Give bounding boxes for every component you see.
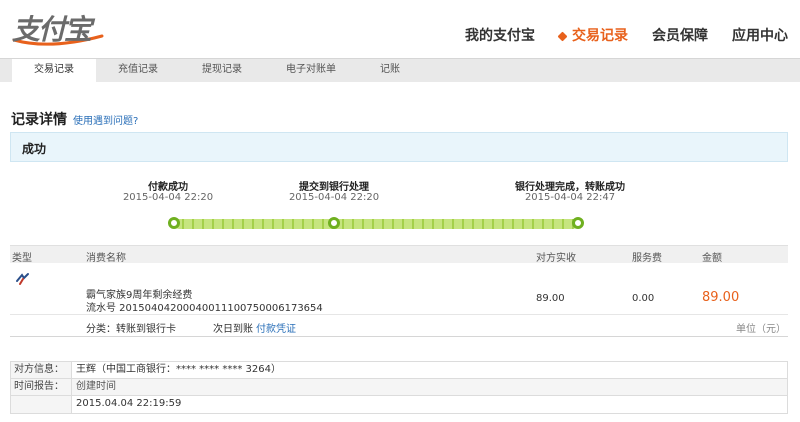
progress-track	[174, 219, 578, 229]
tab-e-statement[interactable]: 电子对账单	[264, 59, 358, 82]
main-nav: 我的支付宝 交易记录 会员保障 应用中心	[453, 22, 800, 50]
unit-note: 单位（元）	[736, 324, 786, 335]
step-label: 银行处理完成，转账成功	[515, 182, 625, 193]
page-title: 记录详情	[11, 112, 67, 128]
time-label: 时间报告：	[11, 379, 72, 395]
table-row: 霸气家族9周年剩余经费 流水号 201504042000400111007500…	[10, 263, 788, 315]
table-header: 类型 消费名称 对方实收 服务费 金额	[10, 245, 788, 264]
party-value: 王辉（中国工商银行：**** **** **** 3264）	[76, 364, 281, 375]
step-time: 2015-04-04 22:20	[122, 192, 214, 203]
serial-number: 流水号 20150404200040011100750006173654	[86, 303, 323, 314]
step-time: 2015-04-04 22:20	[288, 192, 380, 203]
sub-nav: 交易记录 充值记录 提现记录 电子对账单 记账	[0, 58, 800, 82]
col-paid: 对方实收	[536, 253, 576, 264]
transaction-meta: 分类：转账到银行卡 次日到账 付款凭证	[10, 315, 788, 337]
header: 支付宝 我的支付宝 交易记录 会员保障 应用中心	[0, 0, 800, 58]
col-type: 类型	[12, 253, 32, 264]
party-label: 对方信息：	[11, 362, 72, 378]
tab-bookkeeping[interactable]: 记账	[358, 59, 422, 82]
progress-node	[572, 217, 584, 229]
col-fee: 服务费	[632, 253, 662, 264]
service-fee: 0.00	[632, 293, 655, 304]
transaction-table: 类型 消费名称 对方实收 服务费 金额 霸气家族9周年剩余经费 流水号 2015…	[10, 245, 788, 337]
tab-withdraw[interactable]: 提现记录	[180, 59, 264, 82]
paid-amount: 89.00	[536, 293, 565, 304]
nav-member-protection[interactable]: 会员保障	[640, 22, 720, 50]
info-row-time-value: 2015.04.04 22:19:59	[11, 396, 787, 414]
status-text: 成功	[22, 142, 47, 156]
col-amount: 金额	[702, 253, 722, 264]
status-box: 成功	[10, 132, 788, 162]
alipay-logo[interactable]: 支付宝	[10, 6, 106, 46]
created-time: 2015.04.04 22:19:59	[76, 398, 182, 409]
help-link[interactable]: 使用遇到问题?	[73, 112, 138, 127]
info-table: 对方信息： 王辉（中国工商银行：**** **** **** 3264） 时间报…	[10, 361, 788, 414]
nav-my-alipay[interactable]: 我的支付宝	[453, 22, 547, 50]
nav-label: 会员保障	[652, 28, 708, 44]
empty-cell	[11, 396, 72, 413]
logo-text: 支付宝	[12, 13, 92, 46]
tab-transactions[interactable]: 交易记录	[12, 59, 96, 82]
nav-label: 应用中心	[732, 28, 788, 44]
step-time: 2015-04-04 22:47	[524, 192, 616, 203]
transfer-type-icon	[16, 273, 29, 285]
progress-node	[328, 217, 340, 229]
info-row-time-header: 时间报告： 创建时间	[11, 379, 787, 396]
tab-recharge[interactable]: 充值记录	[96, 59, 180, 82]
nav-app-center[interactable]: 应用中心	[720, 22, 800, 50]
arrival-text: 次日到账	[213, 324, 253, 335]
category-text: 分类：转账到银行卡	[86, 324, 176, 335]
step-label: 提交到银行处理	[299, 182, 369, 193]
record-title-bar: 记录详情 使用遇到问题?	[11, 109, 138, 129]
active-bullet-icon	[557, 31, 568, 41]
time-sub-header: 创建时间	[72, 379, 787, 395]
payment-voucher-link[interactable]: 付款凭证	[256, 320, 296, 335]
step-label: 付款成功	[148, 182, 188, 193]
total-amount: 89.00	[702, 290, 740, 305]
nav-label: 我的支付宝	[465, 28, 535, 44]
col-name: 消费名称	[86, 253, 126, 264]
info-row-party: 对方信息： 王辉（中国工商银行：**** **** **** 3264）	[11, 362, 787, 379]
nav-label: 交易记录	[572, 28, 628, 44]
progress-node	[168, 217, 180, 229]
nav-transactions[interactable]: 交易记录	[547, 22, 640, 50]
progress-tracker: 付款成功 2015-04-04 22:20 提交到银行处理 2015-04-04…	[0, 176, 800, 236]
